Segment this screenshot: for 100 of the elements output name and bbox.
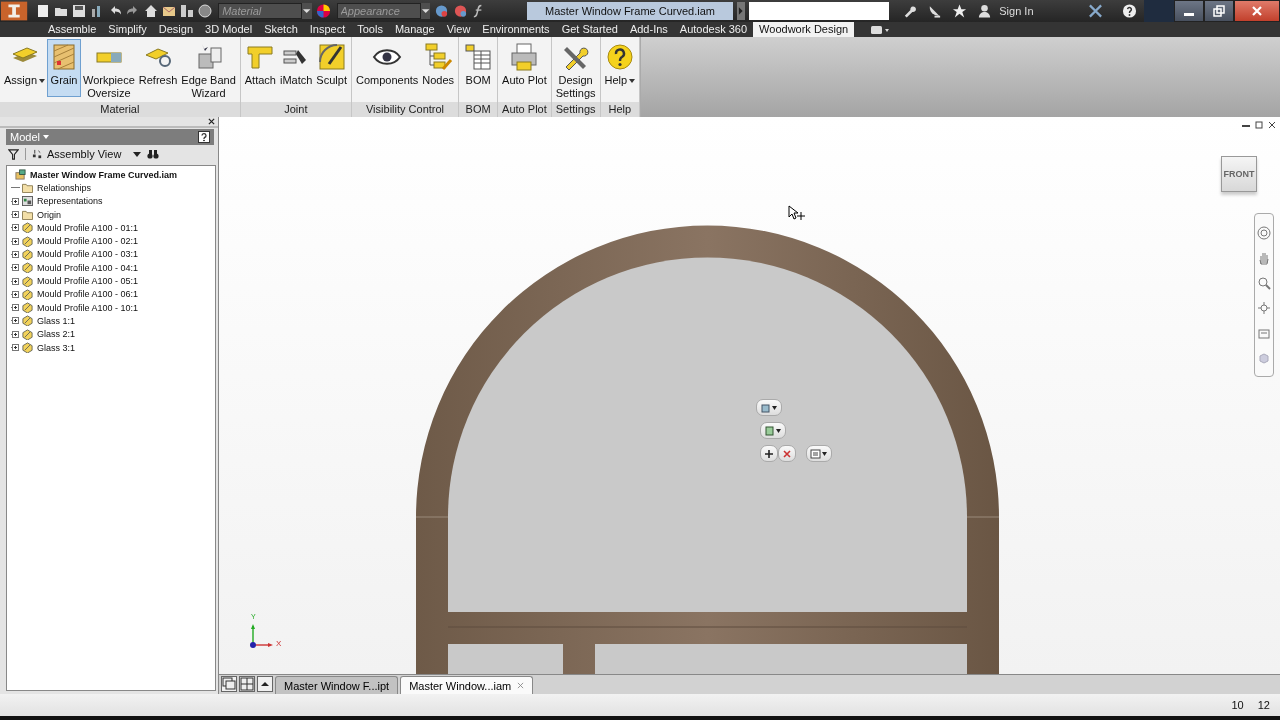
ribbon-tab[interactable]: View [440, 22, 477, 37]
expand-icon[interactable] [11, 236, 20, 246]
steering-wheel-icon[interactable] [1257, 225, 1271, 240]
ribbon-button[interactable]: Assign [2, 39, 48, 97]
view-cube[interactable]: FRONT [1221, 156, 1257, 192]
options-dropdown-button[interactable] [806, 445, 832, 462]
tree-item[interactable]: Mould Profile A100 - 04:1 [37, 262, 139, 273]
ribbon-tab[interactable]: Autodesk 360 [673, 22, 754, 37]
ribbon-button[interactable]: Components [353, 39, 421, 97]
tree-item[interactable]: Mould Profile A100 - 02:1 [37, 236, 139, 247]
panel-title[interactable]: Model [10, 131, 40, 143]
orbit-icon[interactable] [1257, 300, 1271, 315]
ribbon-tab[interactable]: Environments [476, 22, 556, 37]
tree-item[interactable]: Representations [37, 196, 103, 207]
sign-in-link[interactable]: Sign In [999, 5, 1078, 17]
expand-icon[interactable] [11, 303, 20, 313]
expand-icon[interactable] [11, 249, 20, 259]
ribbon-button[interactable]: iMatch [277, 39, 315, 97]
expand-icon[interactable] [11, 289, 20, 299]
ribbon-button[interactable]: Design Settings [553, 39, 598, 97]
ribbon-tab[interactable]: Assemble [42, 22, 103, 37]
tree-item[interactable]: Mould Profile A100 - 01:1 [37, 222, 139, 233]
view-selector[interactable]: Assembly View [47, 148, 122, 160]
ribbon-tab[interactable]: Simplify [102, 22, 153, 37]
tree-item[interactable]: Mould Profile A100 - 05:1 [37, 276, 139, 286]
tree-item[interactable]: Master Window Frame Curved.iam [30, 169, 177, 180]
caret-icon[interactable] [133, 151, 142, 157]
star-icon[interactable] [952, 3, 968, 19]
close-icon[interactable] [208, 118, 215, 125]
ribbon-button[interactable]: Workpiece Oversize [81, 39, 137, 97]
close-icon[interactable] [1268, 121, 1276, 129]
ribbon-tab[interactable]: Get Started [555, 22, 624, 37]
cascade-icon[interactable] [221, 676, 237, 692]
tree-item[interactable]: Glass 2:1 [37, 329, 76, 340]
tree-item[interactable]: Glass 1:1 [37, 315, 76, 326]
ribbon-tab[interactable]: Tools [351, 22, 389, 37]
camera-icon[interactable] [870, 24, 891, 35]
save-icon[interactable] [72, 4, 87, 18]
appearance-field[interactable]: Appearance [336, 3, 421, 19]
restore-icon[interactable] [1255, 121, 1263, 129]
ribbon-button[interactable]: Nodes [420, 39, 457, 97]
material-sphere-icon[interactable] [433, 3, 449, 19]
view-dropdown-button[interactable] [756, 399, 782, 416]
document-tab[interactable]: Master Window...iam [400, 676, 534, 694]
help-icon[interactable] [1122, 3, 1137, 19]
ribbon-button[interactable]: Grain [47, 39, 82, 97]
expand-icon[interactable] [11, 210, 20, 220]
ribbon-button[interactable]: BOM [461, 39, 496, 97]
minimize-button[interactable] [1174, 0, 1204, 22]
mail-icon[interactable] [162, 4, 177, 18]
caret-icon[interactable] [302, 3, 312, 19]
ribbon-button[interactable]: Edge Band Wizard [179, 39, 238, 97]
tree-item[interactable]: Origin [37, 209, 61, 220]
ribbon-button[interactable]: Help [602, 39, 638, 97]
appearance-sphere-icon[interactable] [452, 3, 468, 19]
new-icon[interactable] [36, 4, 51, 18]
filter-icon[interactable] [8, 148, 19, 160]
tree-item[interactable]: Mould Profile A100 - 10:1 [37, 302, 139, 313]
ribbon-button[interactable]: Refresh [136, 39, 180, 97]
color-sphere-icon[interactable] [315, 3, 331, 19]
restore-button[interactable] [1204, 0, 1234, 22]
search-field[interactable] [748, 2, 890, 20]
pan-icon[interactable] [1257, 250, 1271, 265]
layout-icon[interactable] [180, 4, 195, 18]
ribbon-tab[interactable]: Inspect [303, 22, 352, 37]
expand-icon[interactable] [11, 316, 20, 326]
ribbon-tab[interactable]: 3D Model [199, 22, 259, 37]
expand-icon[interactable] [11, 263, 20, 273]
material-field[interactable]: Material [218, 3, 303, 19]
close-button[interactable] [1234, 0, 1280, 22]
tree-item[interactable]: Glass 3:1 [37, 342, 76, 353]
tree-item[interactable]: Mould Profile A100 - 03:1 [37, 249, 139, 260]
tree-item[interactable]: Mould Profile A100 - 06:1 [37, 289, 139, 300]
user-icon[interactable] [977, 3, 993, 19]
ribbon-button[interactable]: Auto Plot [500, 39, 549, 97]
help-icon[interactable] [198, 131, 210, 143]
wrench-icon[interactable] [902, 3, 918, 19]
zoom-icon[interactable] [1257, 275, 1271, 290]
binoculars-icon[interactable] [147, 149, 160, 159]
expand-icon[interactable] [11, 343, 20, 352]
ribbon-tab[interactable]: Add-Ins [623, 22, 674, 37]
expand-icon[interactable] [11, 276, 20, 286]
document-tab[interactable]: Master Window F...ipt [275, 676, 399, 694]
expand-icon[interactable] [11, 223, 20, 233]
ribbon-tab[interactable]: Design [152, 22, 200, 37]
ribbon-button[interactable]: Sculpt [314, 39, 349, 97]
part-dropdown-button[interactable] [760, 422, 786, 439]
home-icon[interactable] [144, 4, 159, 18]
ribbon-tab[interactable]: Sketch [258, 22, 304, 37]
ribbon-tab[interactable]: Manage [388, 22, 441, 37]
expand-icon[interactable] [11, 196, 20, 206]
expand-icon[interactable] [11, 329, 20, 339]
ribbon-tab[interactable]: Woodwork Design [753, 22, 855, 37]
tile-icon[interactable] [239, 676, 255, 692]
globe-icon[interactable] [198, 4, 213, 18]
ribbon-button[interactable]: Attach [242, 39, 278, 97]
app-logo-icon[interactable] [0, 0, 29, 22]
exchange-icon[interactable] [1088, 3, 1103, 19]
tree-item[interactable]: Relationships [37, 182, 92, 193]
caret-icon[interactable] [420, 3, 430, 19]
